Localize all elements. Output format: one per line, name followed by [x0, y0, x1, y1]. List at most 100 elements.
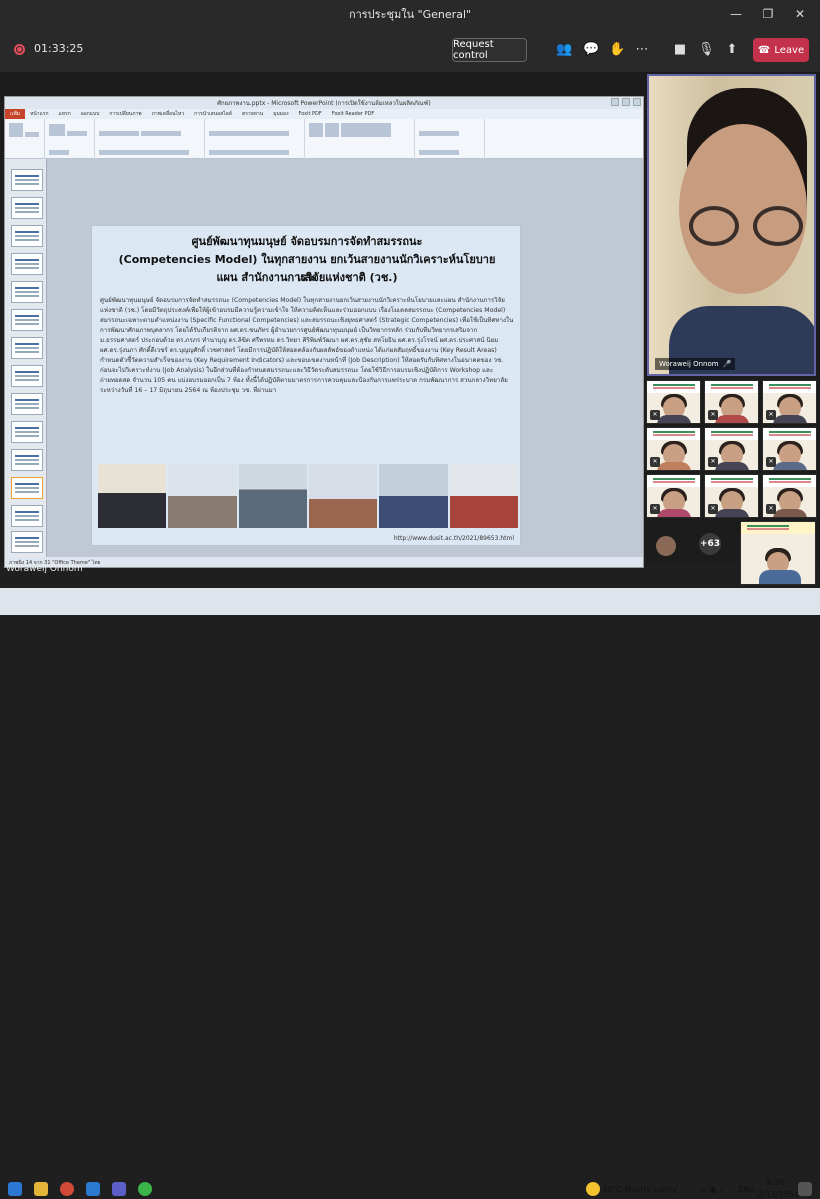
- main-video-tile[interactable]: Woraweij Onnom 🎤: [647, 74, 816, 376]
- mic-icon: 🎤: [722, 360, 732, 368]
- clock-date[interactable]: 2/11/2564: [758, 1190, 799, 1199]
- participant-tile[interactable]: ✕: [704, 474, 759, 518]
- slide-thumbnail-selected[interactable]: [11, 477, 43, 499]
- leave-button[interactable]: ☎ Leave: [753, 38, 809, 62]
- mic-off-icon[interactable]: 🎙: [698, 42, 715, 58]
- meeting-controls: 01:33:25 Request control 👥 💬 ✋ ⋯ ■ 🎙 ⬆ ☎…: [0, 28, 820, 72]
- event-photo: [238, 464, 307, 528]
- leave-label: Leave: [774, 44, 805, 56]
- more-options-icon[interactable]: ⋯: [634, 42, 650, 58]
- event-photo: [308, 464, 378, 528]
- more-participants-badge[interactable]: +63: [699, 533, 721, 555]
- reactions-icon[interactable]: ✋: [609, 42, 625, 58]
- participant-avatar[interactable]: [656, 536, 676, 556]
- participant-tile[interactable]: ✕: [704, 427, 759, 471]
- start-icon[interactable]: [8, 1182, 22, 1196]
- share-icon[interactable]: ⬆: [724, 42, 740, 58]
- restore-button[interactable]: ❐: [752, 7, 784, 21]
- participant-tile[interactable]: ✕: [646, 380, 701, 424]
- ppt-tab[interactable]: ตรวจทาน: [237, 110, 268, 118]
- slide-thumbnail[interactable]: [11, 253, 43, 275]
- mic-off-icon: ✕: [708, 410, 718, 420]
- weather-text[interactable]: 30°C Mostly sunny: [602, 1185, 677, 1194]
- mic-off-icon: ✕: [650, 457, 660, 467]
- slide-thumbnails: [5, 159, 47, 557]
- event-photo: [449, 464, 518, 528]
- slide-thumbnail[interactable]: [11, 225, 43, 247]
- slide-heading: แผน สำนักงานการวิจัยแห่งชาติ (วช.): [216, 271, 398, 284]
- camera-icon[interactable]: ■: [672, 42, 688, 58]
- teams-icon[interactable]: [112, 1182, 126, 1196]
- edge-icon[interactable]: [86, 1182, 100, 1196]
- slide-thumbnail[interactable]: [11, 169, 43, 191]
- ppt-titlebar: ศักยภาพงาน.pptx - Microsoft PowerPoint (…: [5, 97, 643, 109]
- mic-off-icon: ✕: [766, 504, 776, 514]
- event-photo: [379, 464, 448, 528]
- line-icon[interactable]: [138, 1182, 152, 1196]
- main-video-name: Woraweij Onnom: [659, 360, 719, 368]
- shared-screen: ศักยภาพงาน.pptx - Microsoft PowerPoint (…: [4, 96, 644, 568]
- chrome-icon[interactable]: [60, 1182, 74, 1196]
- mic-off-icon: ✕: [766, 410, 776, 420]
- slide-thumbnail[interactable]: [11, 421, 43, 443]
- language-indicator[interactable]: ENG: [738, 1185, 755, 1194]
- window-title: การประชุมใน "General": [348, 8, 472, 21]
- ppt-tab[interactable]: มุมมอง: [268, 110, 293, 118]
- slide-thumbnail[interactable]: [11, 365, 43, 387]
- weather-icon: [586, 1182, 600, 1196]
- ppt-tab[interactable]: Foxit Reader PDF: [327, 111, 380, 117]
- slide-thumbnail[interactable]: [11, 449, 43, 471]
- slide-thumbnail[interactable]: [11, 505, 43, 527]
- slide-thumbnail[interactable]: [11, 337, 43, 359]
- slide-thumbnail[interactable]: [11, 309, 43, 331]
- participants-icon[interactable]: 👥: [556, 42, 572, 58]
- ppt-tab[interactable]: การนำเสนอสไลด์: [189, 110, 237, 118]
- ppt-ribbon-tabs: แฟ้ม หน้าแรก แทรก ออกแบบ การเปลี่ยนภาพ ภ…: [5, 109, 643, 119]
- participant-tile[interactable]: ✕: [704, 380, 759, 424]
- tray-icons[interactable]: ⌃ ▭ ◉ ♪: [690, 1185, 724, 1194]
- windows-taskbar: 30°C Mostly sunny ⌃ ▭ ◉ ♪ ENG 9:38 2/11/…: [0, 588, 820, 1199]
- participant-tile[interactable]: ✕: [762, 427, 817, 471]
- close-button[interactable]: ✕: [784, 7, 816, 21]
- ppt-tab[interactable]: แทรก: [54, 110, 76, 118]
- slide-thumbnail[interactable]: [11, 281, 43, 303]
- current-slide: ศูนย์พัฒนาทุนมนุษย์ จัดอบรมการจัดทำสมรรถ…: [91, 225, 521, 546]
- slide-photo-strip: [98, 464, 518, 528]
- mic-off-icon: ✕: [650, 410, 660, 420]
- ppt-ribbon: [5, 119, 643, 174]
- title-bar: การประชุมใน "General" — ❐ ✕: [0, 0, 820, 28]
- slide-source-url: http://www.dusit.ac.th/2021/89653.html: [393, 535, 514, 542]
- slide-thumbnail[interactable]: [11, 531, 43, 553]
- slide-thumbnail[interactable]: [11, 393, 43, 415]
- slide-thumbnail[interactable]: [11, 197, 43, 219]
- participant-tile[interactable]: ✕: [762, 380, 817, 424]
- slide-body-text: ศูนย์พัฒนาทุนมนุษย์ จัดอบรมการจัดทำสมรรถ…: [100, 297, 514, 394]
- participant-tile[interactable]: ✕: [646, 427, 701, 471]
- ppt-file-tab[interactable]: แฟ้ม: [5, 109, 26, 119]
- minimize-button[interactable]: —: [720, 7, 752, 21]
- ppt-tab[interactable]: หน้าแรก: [25, 110, 53, 118]
- file-explorer-icon[interactable]: [34, 1182, 48, 1196]
- mic-off-icon: ✕: [650, 504, 660, 514]
- chat-icon[interactable]: 💬: [583, 42, 599, 58]
- ppt-statusbar: ภาพนิ่ง 14 จาก 31 "Office Theme" ไทย: [5, 557, 643, 567]
- event-photo: [98, 464, 167, 528]
- meeting-timer: 01:33:25: [34, 42, 84, 55]
- notification-icon[interactable]: [798, 1182, 812, 1196]
- participant-tile[interactable]: ✕: [762, 474, 817, 518]
- ppt-tab[interactable]: ออกแบบ: [76, 110, 105, 118]
- ppt-tab[interactable]: การเปลี่ยนภาพ: [104, 110, 146, 118]
- recording-icon: [14, 44, 25, 55]
- phone-icon: ☎: [757, 44, 771, 56]
- slide-heading: ศูนย์พัฒนาทุนมนุษย์ จัดอบรมการจัดทำสมรรถ…: [191, 235, 423, 248]
- ppt-tab[interactable]: Foxit PDF: [294, 111, 327, 117]
- mic-off-icon: ✕: [708, 504, 718, 514]
- participant-tile[interactable]: ✕: [646, 474, 701, 518]
- ppt-tab[interactable]: ภาพเคลื่อนไหว: [147, 110, 190, 118]
- participant-tile[interactable]: [740, 521, 816, 585]
- presenter-name: Woraweij Onnom: [6, 564, 83, 574]
- request-control-button[interactable]: Request control: [452, 38, 527, 62]
- ppt-title: ศักยภาพงาน.pptx - Microsoft PowerPoint (…: [217, 100, 431, 107]
- clock-time[interactable]: 9:38: [766, 1178, 784, 1187]
- ppt-workspace: ศูนย์พัฒนาทุนมนุษย์ จัดอบรมการจัดทำสมรรถ…: [5, 159, 643, 557]
